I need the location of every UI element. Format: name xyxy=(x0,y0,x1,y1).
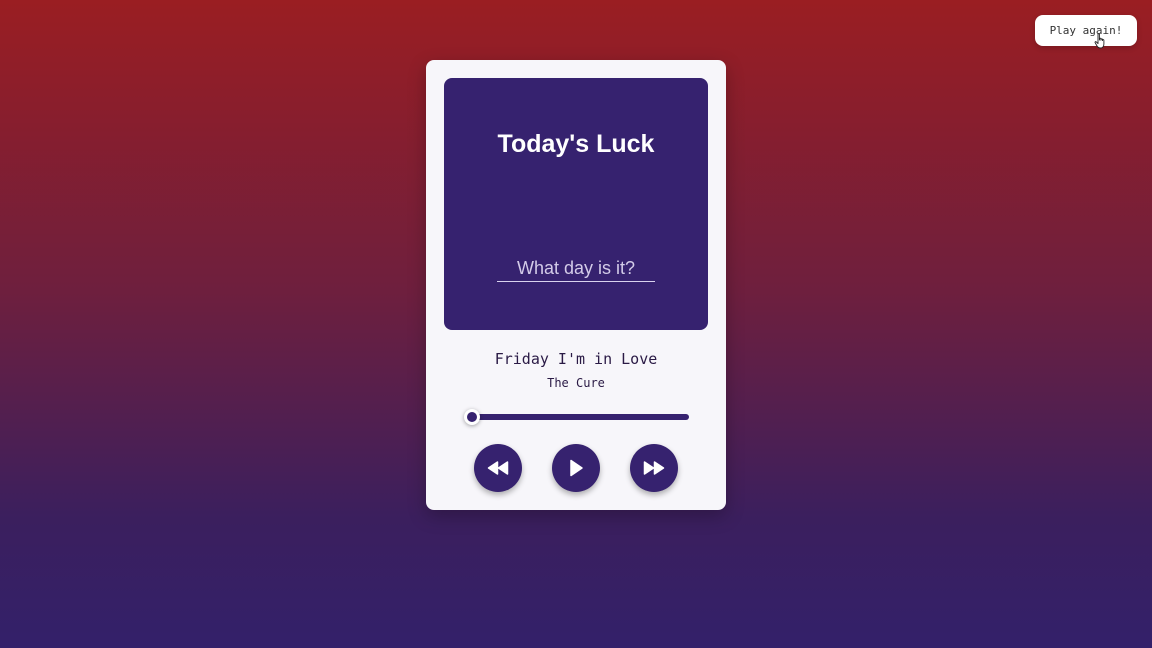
music-player-card: Today's Luck Friday I'm in Love The Cure xyxy=(426,60,726,510)
progress-track[interactable] xyxy=(472,414,689,420)
progress-thumb[interactable] xyxy=(464,409,480,425)
hand-pointer-cursor-icon xyxy=(1094,33,1105,49)
song-title: Friday I'm in Love xyxy=(494,350,658,368)
artist-name: The Cure xyxy=(547,376,605,390)
rewind-icon xyxy=(487,461,509,475)
play-icon xyxy=(570,459,583,477)
fast-forward-button[interactable] xyxy=(630,444,678,492)
album-art-panel: Today's Luck xyxy=(444,78,708,330)
day-input[interactable] xyxy=(497,255,655,282)
fast-forward-icon xyxy=(643,461,665,475)
album-art-title: Today's Luck xyxy=(497,130,655,158)
play-button[interactable] xyxy=(552,444,600,492)
play-again-button[interactable]: Play again! xyxy=(1035,15,1137,46)
rewind-button[interactable] xyxy=(474,444,522,492)
